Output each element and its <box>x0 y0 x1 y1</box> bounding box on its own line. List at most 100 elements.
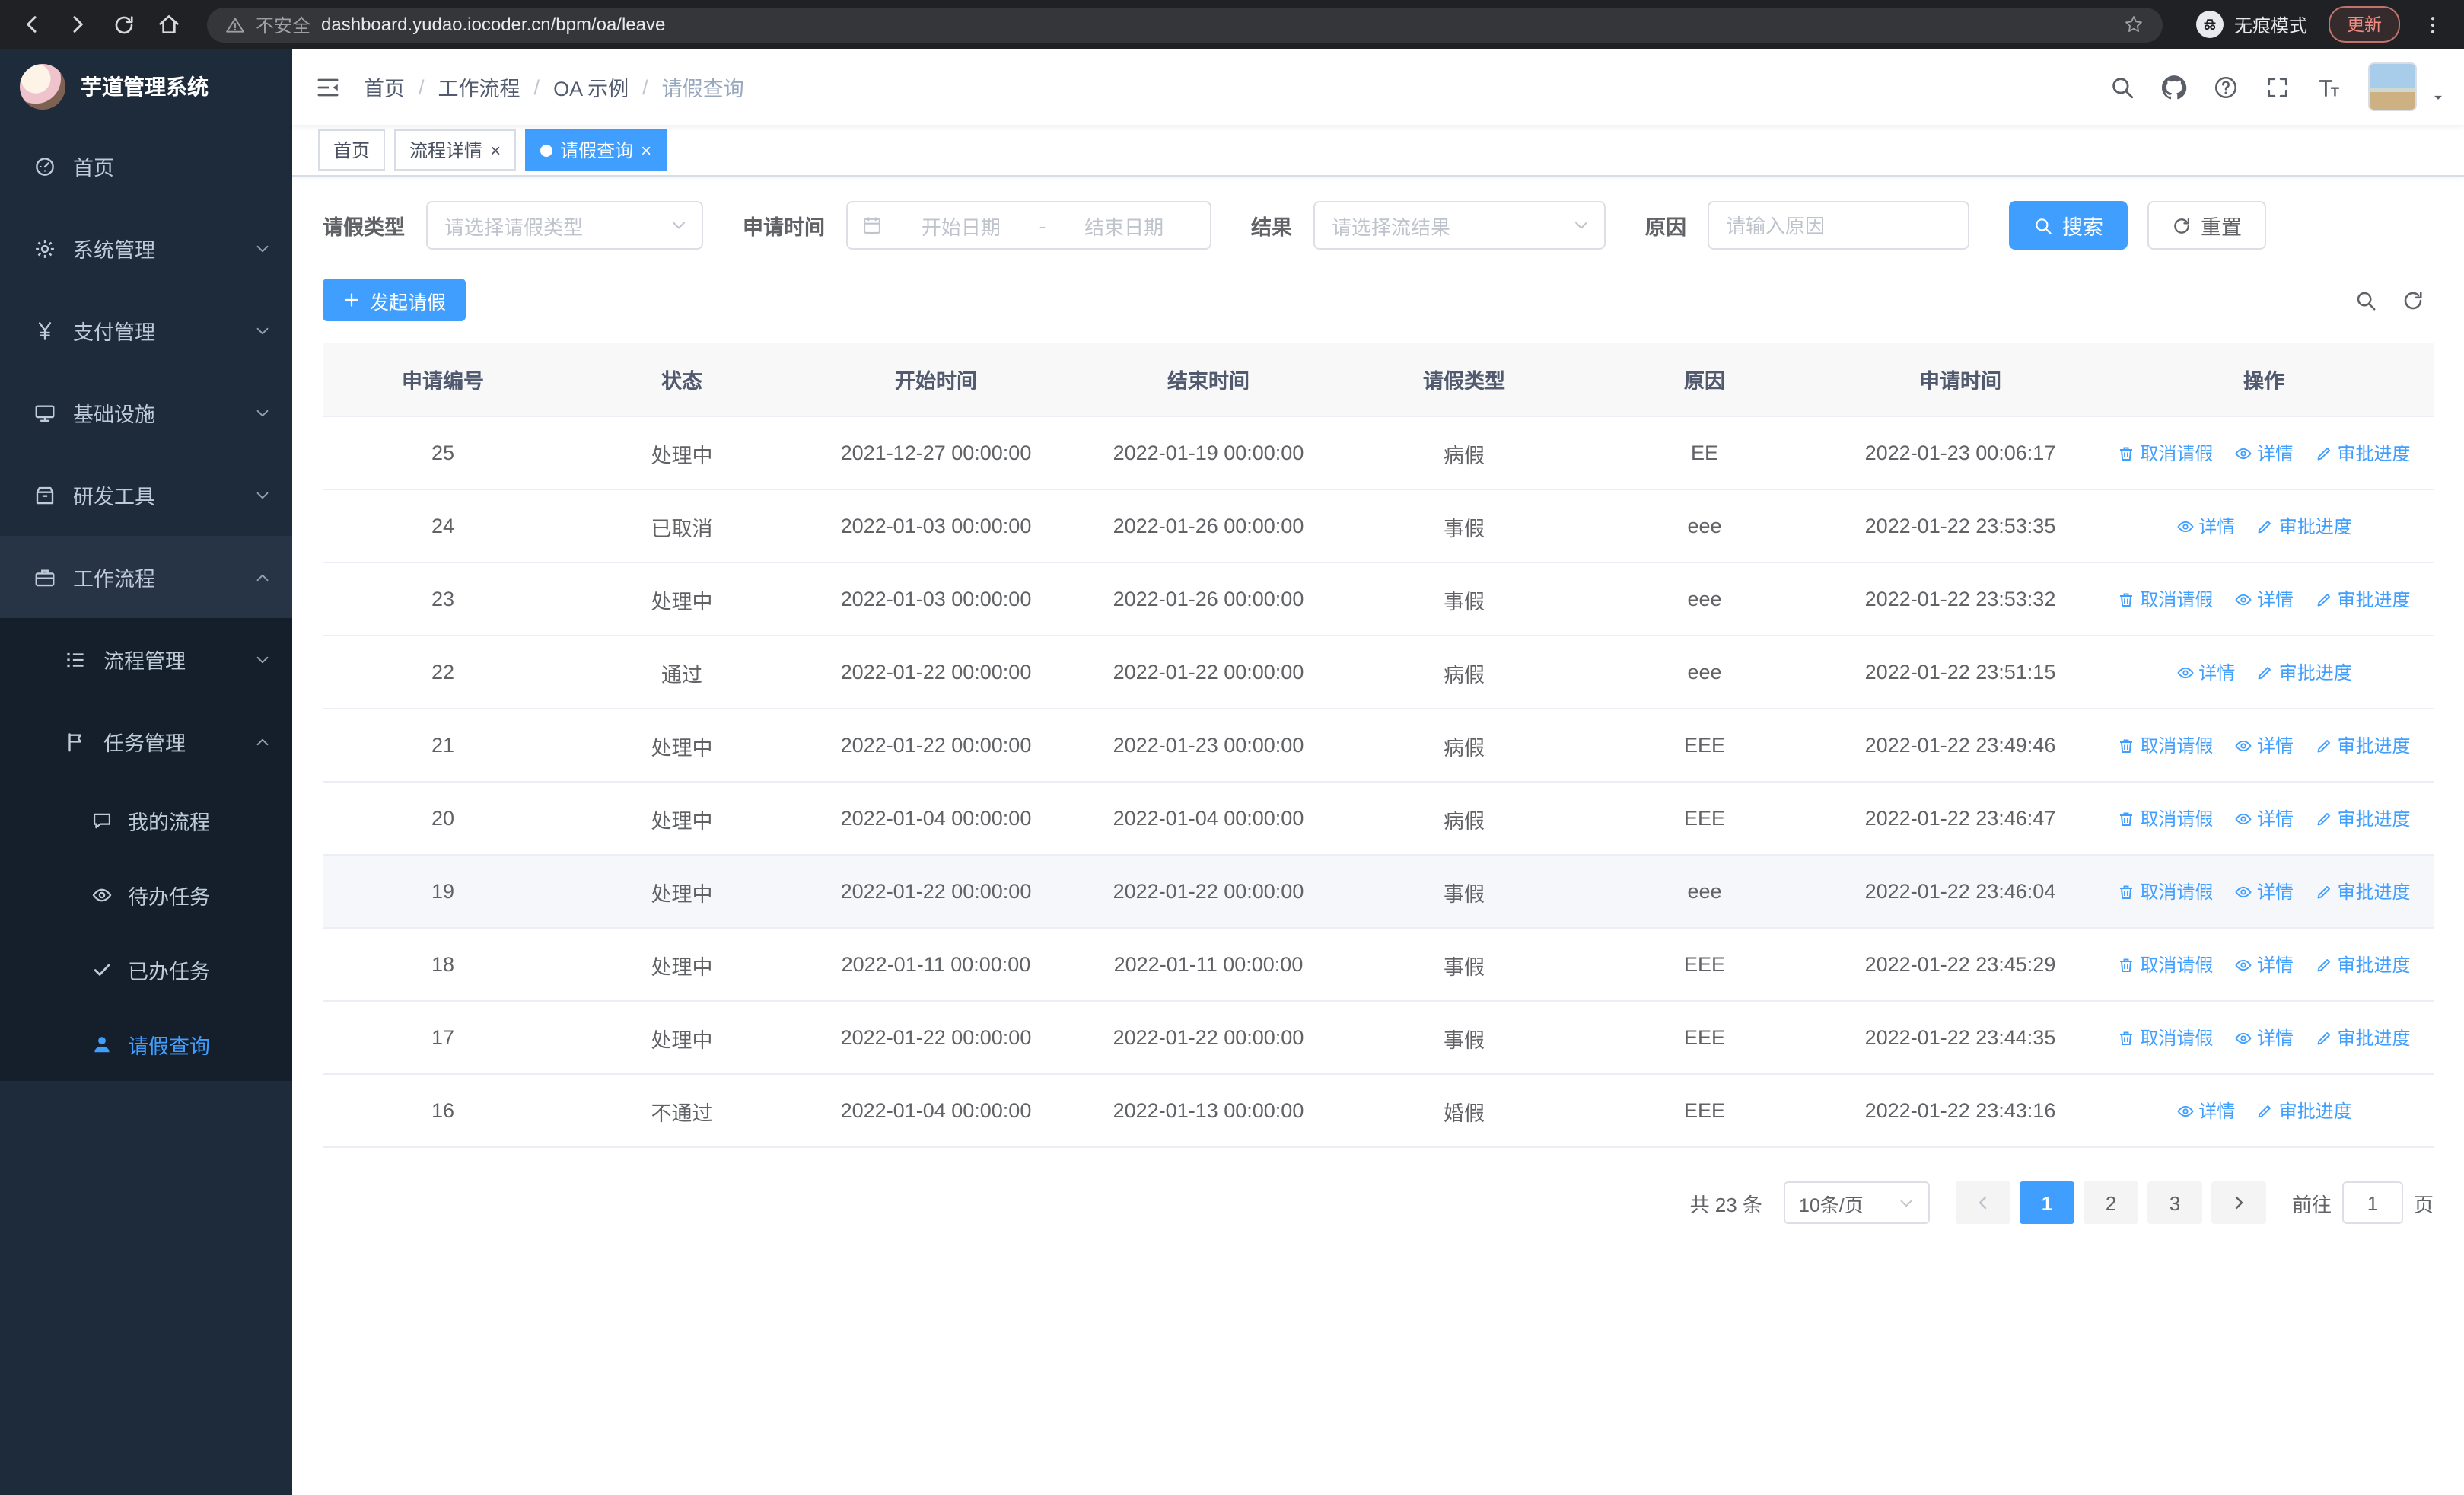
browser-forward-icon[interactable] <box>58 5 97 44</box>
detail-link[interactable]: 详情 <box>2234 440 2294 466</box>
approval-progress-link[interactable]: 审批进度 <box>2256 659 2352 685</box>
next-page-button[interactable] <box>2211 1181 2266 1224</box>
app-logo[interactable]: 芋道管理系统 <box>0 49 292 125</box>
page-button-1[interactable]: 1 <box>2019 1181 2074 1224</box>
create-leave-button[interactable]: 发起请假 <box>323 279 466 321</box>
prev-page-button[interactable] <box>1955 1181 2010 1224</box>
sidebar-item-home[interactable]: 首页 <box>0 125 292 207</box>
leave-type-select[interactable]: 请选择请假类型 <box>426 201 703 250</box>
not-secure-warning-icon <box>225 14 245 34</box>
cell-end-time: 2022-01-19 00:00:00 <box>1071 416 1345 490</box>
approval-progress-link[interactable]: 审批进度 <box>2315 952 2411 977</box>
cell-apply-time: 2022-01-22 23:44:35 <box>1826 1001 2094 1075</box>
user-avatar[interactable] <box>2368 62 2417 111</box>
detail-link[interactable]: 详情 <box>2176 513 2235 539</box>
browser-home-icon[interactable] <box>149 5 189 44</box>
cancel-leave-link[interactable]: 取消请假 <box>2117 440 2213 466</box>
trash-icon <box>2117 809 2135 827</box>
result-select[interactable]: 请选择流结果 <box>1313 201 1606 250</box>
sidebar-item-system[interactable]: 系统管理 <box>0 207 292 289</box>
tab-leave-query[interactable]: 请假查询 × <box>525 129 667 171</box>
detail-link[interactable]: 详情 <box>2176 1098 2235 1124</box>
detail-link[interactable]: 详情 <box>2234 586 2294 612</box>
search-button[interactable]: 搜索 <box>2009 201 2128 250</box>
detail-link[interactable]: 详情 <box>2234 1025 2294 1050</box>
approval-progress-link[interactable]: 审批进度 <box>2256 513 2352 539</box>
tab-home[interactable]: 首页 <box>318 129 386 171</box>
breadcrumb-separator: / <box>642 75 648 98</box>
cancel-leave-link[interactable]: 取消请假 <box>2117 732 2213 758</box>
approval-progress-link[interactable]: 审批进度 <box>2315 732 2411 758</box>
sidebar-item-done-tasks[interactable]: 已办任务 <box>0 932 292 1006</box>
browser-update-button[interactable]: 更新 <box>2329 6 2400 43</box>
detail-link[interactable]: 详情 <box>2234 878 2294 904</box>
sidebar-item-task-management[interactable]: 任务管理 <box>0 700 292 783</box>
table-row: 18 处理中 2022-01-11 00:00:00 2022-01-11 00… <box>323 928 2434 1002</box>
cell-leave-type: 病假 <box>1345 709 1583 783</box>
toggle-search-icon[interactable] <box>2354 288 2377 311</box>
table-row: 24 已取消 2022-01-03 00:00:00 2022-01-26 00… <box>323 489 2434 563</box>
cancel-leave-link[interactable]: 取消请假 <box>2117 878 2213 904</box>
goto-page-input[interactable] <box>2341 1181 2403 1224</box>
approval-progress-link[interactable]: 审批进度 <box>2315 1025 2411 1050</box>
detail-link[interactable]: 详情 <box>2234 732 2294 758</box>
filter-form: 请假类型 请选择请假类型 申请时间 开始日期 - 结束日期 结果 请选择流结果 … <box>323 201 2434 250</box>
sidebar-collapse-icon[interactable] <box>292 74 364 100</box>
reset-button[interactable]: 重置 <box>2147 201 2266 250</box>
approval-progress-link[interactable]: 审批进度 <box>2315 878 2411 904</box>
avatar-caret-icon[interactable] <box>2431 90 2446 105</box>
close-tab-icon[interactable]: × <box>490 141 501 159</box>
breadcrumb-item-workflow[interactable]: 工作流程 <box>438 72 520 102</box>
browser-reload-icon[interactable] <box>103 5 143 44</box>
github-icon[interactable] <box>2161 74 2187 100</box>
sidebar-item-infrastructure[interactable]: 基础设施 <box>0 371 292 454</box>
refresh-table-icon[interactable] <box>2402 288 2424 311</box>
address-bar[interactable]: 不安全 dashboard.yudao.iocoder.cn/bpm/oa/le… <box>207 7 2163 42</box>
cell-operations: 详情 审批进度 <box>2094 489 2434 563</box>
gear-icon <box>33 237 56 260</box>
detail-link[interactable]: 详情 <box>2176 659 2235 685</box>
sidebar-item-todo-tasks[interactable]: 待办任务 <box>0 857 292 932</box>
sidebar-item-workflow[interactable]: 工作流程 <box>0 536 292 618</box>
breadcrumb-item-home[interactable]: 首页 <box>364 72 405 102</box>
page-button-2[interactable]: 2 <box>2083 1181 2138 1224</box>
reason-input[interactable] <box>1708 201 1969 250</box>
breadcrumb-item-oa-example[interactable]: OA 示例 <box>553 72 629 102</box>
page-size-select[interactable]: 10条/页 <box>1783 1181 1930 1224</box>
page-button-3[interactable]: 3 <box>2147 1181 2202 1224</box>
cell-apply-id: 23 <box>323 563 563 636</box>
cancel-leave-link[interactable]: 取消请假 <box>2117 1025 2213 1050</box>
tab-process-detail[interactable]: 流程详情 × <box>394 129 517 171</box>
chevron-up-icon <box>254 733 271 750</box>
bookmark-star-icon[interactable] <box>2123 14 2144 35</box>
breadcrumb: 首页 / 工作流程 / OA 示例 / 请假查询 <box>364 72 744 102</box>
approval-progress-link[interactable]: 审批进度 <box>2315 440 2411 466</box>
approval-progress-link[interactable]: 审批进度 <box>2315 805 2411 831</box>
search-icon[interactable] <box>2109 74 2135 100</box>
sidebar-item-payment[interactable]: 支付管理 <box>0 289 292 371</box>
sidebar-item-my-processes[interactable]: 我的流程 <box>0 783 292 857</box>
cell-start-time: 2022-01-04 00:00:00 <box>801 782 1071 856</box>
cell-reason: EE <box>1583 416 1826 490</box>
browser-back-icon[interactable] <box>12 5 52 44</box>
table-row: 20 处理中 2022-01-04 00:00:00 2022-01-04 00… <box>323 782 2434 856</box>
close-tab-icon[interactable]: × <box>641 141 651 159</box>
toolbox-icon <box>33 483 56 506</box>
cancel-leave-link[interactable]: 取消请假 <box>2117 586 2213 612</box>
browser-menu-icon[interactable] <box>2412 5 2452 44</box>
incognito-icon <box>2195 11 2224 38</box>
detail-link[interactable]: 详情 <box>2234 952 2294 977</box>
cancel-leave-link[interactable]: 取消请假 <box>2117 805 2213 831</box>
detail-link[interactable]: 详情 <box>2234 805 2294 831</box>
cancel-leave-link[interactable]: 取消请假 <box>2117 952 2213 977</box>
fullscreen-icon[interactable] <box>2265 74 2291 100</box>
help-icon[interactable] <box>2213 74 2239 100</box>
cell-end-time: 2022-01-11 00:00:00 <box>1071 928 1345 1002</box>
approval-progress-link[interactable]: 审批进度 <box>2315 586 2411 612</box>
apply-time-range-picker[interactable]: 开始日期 - 结束日期 <box>846 201 1211 250</box>
approval-progress-link[interactable]: 审批进度 <box>2256 1098 2352 1124</box>
sidebar-item-process-management[interactable]: 流程管理 <box>0 618 292 700</box>
font-size-icon[interactable] <box>2316 74 2342 100</box>
sidebar-item-dev-tools[interactable]: 研发工具 <box>0 454 292 536</box>
sidebar-item-leave-query[interactable]: 请假查询 <box>0 1006 292 1081</box>
